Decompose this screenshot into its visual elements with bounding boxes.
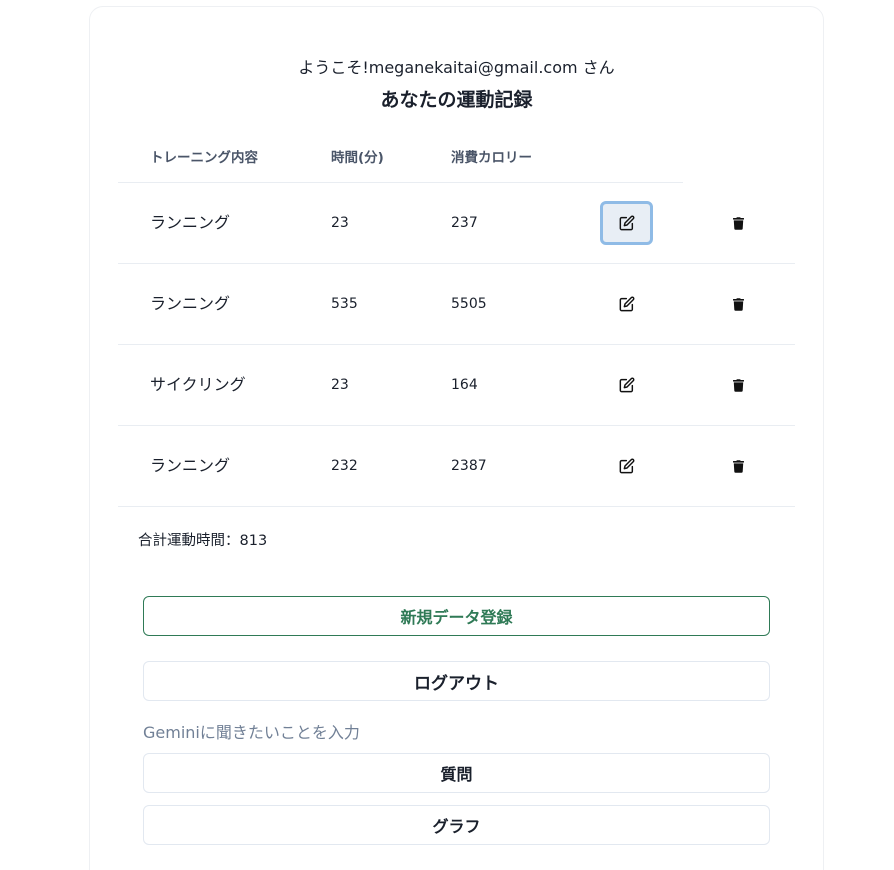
table-row: ランニング 23 237 [118,183,795,264]
calories-cell: 164 [451,377,478,393]
edit-icon [619,377,634,393]
trash-icon [733,216,744,230]
calories-cell: 5505 [451,296,487,312]
trash-icon [733,297,744,311]
edit-icon [619,458,634,474]
edit-button[interactable] [600,363,653,407]
trash-icon [733,378,744,392]
minutes-cell: 535 [331,296,358,312]
column-header-minutes: 時間(分) [331,150,384,166]
new-entry-button[interactable]: 新規データ登録 [143,596,770,636]
table-row: サイクリング 23 164 [118,345,795,426]
table-row: ランニング 232 2387 [118,426,795,507]
training-cell: ランニング [150,456,231,475]
minutes-cell: 23 [331,215,349,231]
page-title: あなたの運動記録 [380,89,533,111]
minutes-cell: 23 [331,377,349,393]
trash-icon [733,459,744,473]
delete-button[interactable] [712,444,765,488]
gemini-prompt-label: Geminiに聞きたいことを入力 [143,723,360,742]
column-header-calories: 消費カロリー [451,150,532,166]
training-cell: ランニング [150,213,231,232]
delete-button[interactable] [712,201,765,245]
ask-button[interactable]: 質問 [143,753,770,793]
total-exercise-time: 合計運動時間：813 [138,533,268,549]
edit-icon [619,215,634,231]
calories-cell: 237 [451,215,478,231]
delete-button[interactable] [712,282,765,326]
graph-button[interactable]: グラフ [143,805,770,845]
delete-button[interactable] [712,363,765,407]
calories-cell: 2387 [451,458,487,474]
logout-button[interactable]: ログアウト [143,661,770,701]
training-cell: ランニング [150,294,231,313]
edit-button[interactable] [600,201,653,245]
edit-button[interactable] [600,444,653,488]
minutes-cell: 232 [331,458,358,474]
edit-icon [619,296,634,312]
column-header-training: トレーニング内容 [150,150,258,166]
training-cell: サイクリング [150,375,246,394]
welcome-message: ようこそ!meganekaitai@gmail.com さん [298,58,615,77]
table-row: ランニング 535 5505 [118,264,795,345]
edit-button[interactable] [600,282,653,326]
